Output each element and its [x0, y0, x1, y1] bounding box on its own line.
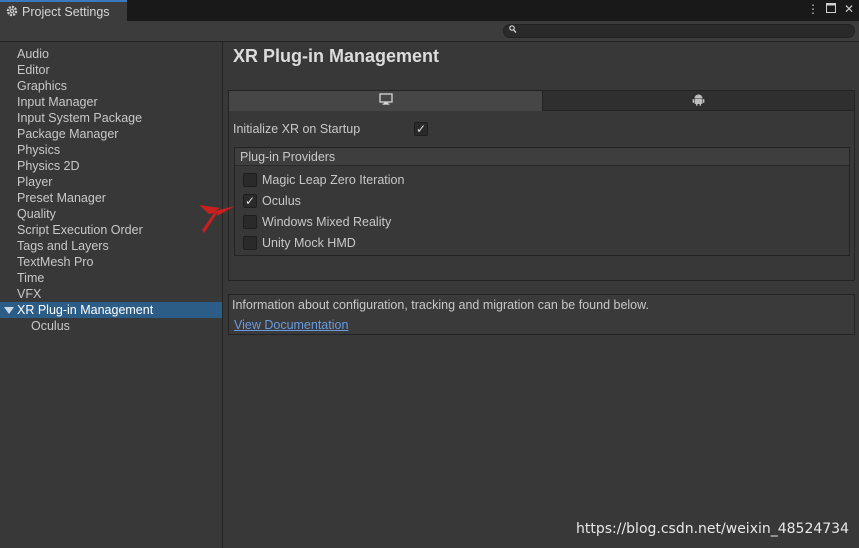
info-text: Information about configuration, trackin… — [232, 298, 649, 312]
sidebar-item-vfx[interactable]: VFX — [0, 286, 222, 302]
toolbar — [0, 21, 859, 42]
project-settings-tab[interactable]: Project Settings — [0, 0, 127, 22]
sidebar-item-input-system-package[interactable]: Input System Package — [0, 110, 222, 126]
sidebar-item-audio[interactable]: Audio — [0, 46, 222, 62]
window-title-bar: Project Settings ⋮ ✕ — [0, 0, 859, 22]
sidebar-item-textmesh-pro[interactable]: TextMesh Pro — [0, 254, 222, 270]
settings-main-panel: XR Plug-in Management Initialize XR on S… — [223, 42, 859, 548]
sidebar-item-time[interactable]: Time — [0, 270, 222, 286]
sidebar-item-xr-plugin-management[interactable]: XR Plug-in Management — [0, 302, 222, 318]
sidebar-item-player[interactable]: Player — [0, 174, 222, 190]
sidebar-item-script-execution-order[interactable]: Script Execution Order — [0, 222, 222, 238]
provider-label: Unity Mock HMD — [262, 236, 356, 250]
provider-windows-mixed-reality: Windows Mixed Reality — [239, 214, 539, 230]
platform-settings-box: Initialize XR on Startup ✓ Plug-in Provi… — [228, 90, 855, 281]
provider-windows-mr-checkbox[interactable] — [243, 215, 257, 229]
provider-unity-mock-hmd-checkbox[interactable] — [243, 236, 257, 250]
provider-oculus-checkbox[interactable]: ✓ — [243, 194, 257, 208]
sidebar-item-tags-and-layers[interactable]: Tags and Layers — [0, 238, 222, 254]
tab-title: Project Settings — [22, 5, 110, 19]
sidebar-item-editor[interactable]: Editor — [0, 62, 222, 78]
tab-standalone[interactable] — [229, 91, 542, 111]
sidebar-item-oculus[interactable]: Oculus — [0, 318, 222, 334]
search-input[interactable] — [520, 25, 850, 37]
gear-icon — [6, 5, 18, 20]
provider-label: Windows Mixed Reality — [262, 215, 392, 229]
tab-android[interactable] — [542, 91, 854, 111]
android-icon — [692, 93, 705, 109]
sidebar-item-label: XR Plug-in Management — [17, 303, 154, 317]
sidebar-item-physics-2d[interactable]: Physics 2D — [0, 158, 222, 174]
providers-header: Plug-in Providers — [235, 148, 849, 166]
watermark-text: https://blog.csdn.net/weixin_48524734 — [575, 521, 849, 537]
info-box: Information about configuration, trackin… — [228, 294, 855, 335]
search-icon — [509, 25, 517, 36]
sidebar-item-physics[interactable]: Physics — [0, 142, 222, 158]
init-xr-checkbox[interactable]: ✓ — [414, 122, 428, 136]
sidebar-item-preset-manager[interactable]: Preset Manager — [0, 190, 222, 206]
plugin-providers-panel: Plug-in Providers Magic Leap Zero Iterat… — [234, 147, 850, 256]
search-field[interactable] — [503, 24, 855, 38]
desktop-monitor-icon — [378, 93, 393, 108]
expand-triangle-icon[interactable] — [4, 307, 14, 314]
sidebar-item-graphics[interactable]: Graphics — [0, 78, 222, 94]
maximize-icon[interactable] — [825, 2, 837, 16]
close-icon[interactable]: ✕ — [843, 2, 855, 16]
provider-magic-leap-checkbox[interactable] — [243, 173, 257, 187]
more-options-icon[interactable]: ⋮ — [807, 2, 819, 16]
init-xr-label: Initialize XR on Startup — [233, 122, 361, 136]
sidebar-item-input-manager[interactable]: Input Manager — [0, 94, 222, 110]
provider-magic-leap: Magic Leap Zero Iteration — [239, 172, 539, 188]
provider-label: Oculus — [262, 194, 301, 208]
provider-unity-mock-hmd: Unity Mock HMD — [239, 235, 539, 251]
provider-label: Magic Leap Zero Iteration — [262, 173, 405, 187]
view-documentation-link[interactable]: View Documentation — [234, 318, 348, 332]
sidebar-item-quality[interactable]: Quality — [0, 206, 222, 222]
annotation-arrow-icon — [196, 197, 240, 242]
page-title: XR Plug-in Management — [233, 46, 440, 66]
sidebar-item-package-manager[interactable]: Package Manager — [0, 126, 222, 142]
provider-oculus: ✓ Oculus — [239, 193, 539, 209]
settings-sidebar: Audio Editor Graphics Input Manager Inpu… — [0, 42, 223, 548]
